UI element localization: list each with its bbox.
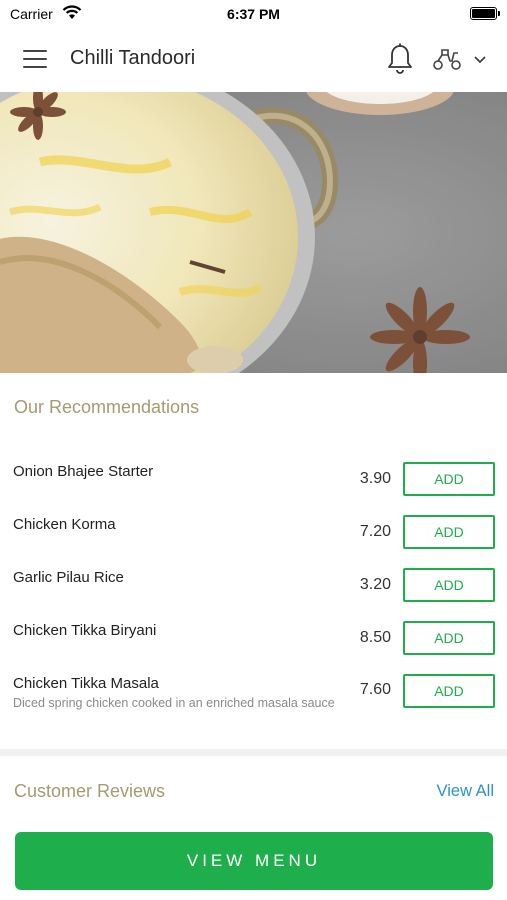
view-all-link[interactable]: View All: [437, 782, 494, 801]
recommendations-title: Our Recommendations: [14, 397, 200, 417]
item-name: Chicken Korma: [13, 516, 116, 533]
item-name: Garlic Pilau Rice: [13, 569, 124, 586]
reviews-title: Customer Reviews: [14, 781, 166, 801]
menu-icon[interactable]: [23, 50, 47, 68]
item-price: 7.60: [359, 681, 391, 698]
item-price: 7.20: [359, 523, 391, 540]
section-divider: [0, 749, 507, 756]
view-menu-button[interactable]: VIEW MENU: [15, 832, 493, 890]
item-price: 3.90: [359, 470, 391, 487]
add-button[interactable]: ADD: [403, 462, 495, 496]
chevron-down-icon[interactable]: [473, 55, 487, 65]
item-name: Chicken Tikka Masala: [13, 675, 159, 692]
item-price: 8.50: [359, 629, 391, 646]
status-time: 6:37 PM: [227, 6, 280, 22]
item-name: Chicken Tikka Biryani: [13, 622, 157, 639]
battery-icon: [470, 7, 500, 20]
scooter-icon[interactable]: [432, 47, 462, 71]
add-button[interactable]: ADD: [403, 515, 495, 549]
app-header: Chilli Tandoori: [0, 28, 507, 92]
item-name: Onion Bhajee Starter: [13, 463, 154, 480]
biryani-illustration: [0, 92, 507, 373]
add-button[interactable]: ADD: [403, 568, 495, 602]
item-price: 3.20: [359, 576, 391, 593]
page-title: Chilli Tandoori: [70, 47, 196, 69]
status-bar: Carrier 6:37 PM: [0, 0, 507, 28]
add-button[interactable]: ADD: [403, 621, 495, 655]
add-button[interactable]: ADD: [403, 674, 495, 708]
hero-food-image: [0, 92, 507, 373]
bell-icon[interactable]: [386, 43, 414, 75]
